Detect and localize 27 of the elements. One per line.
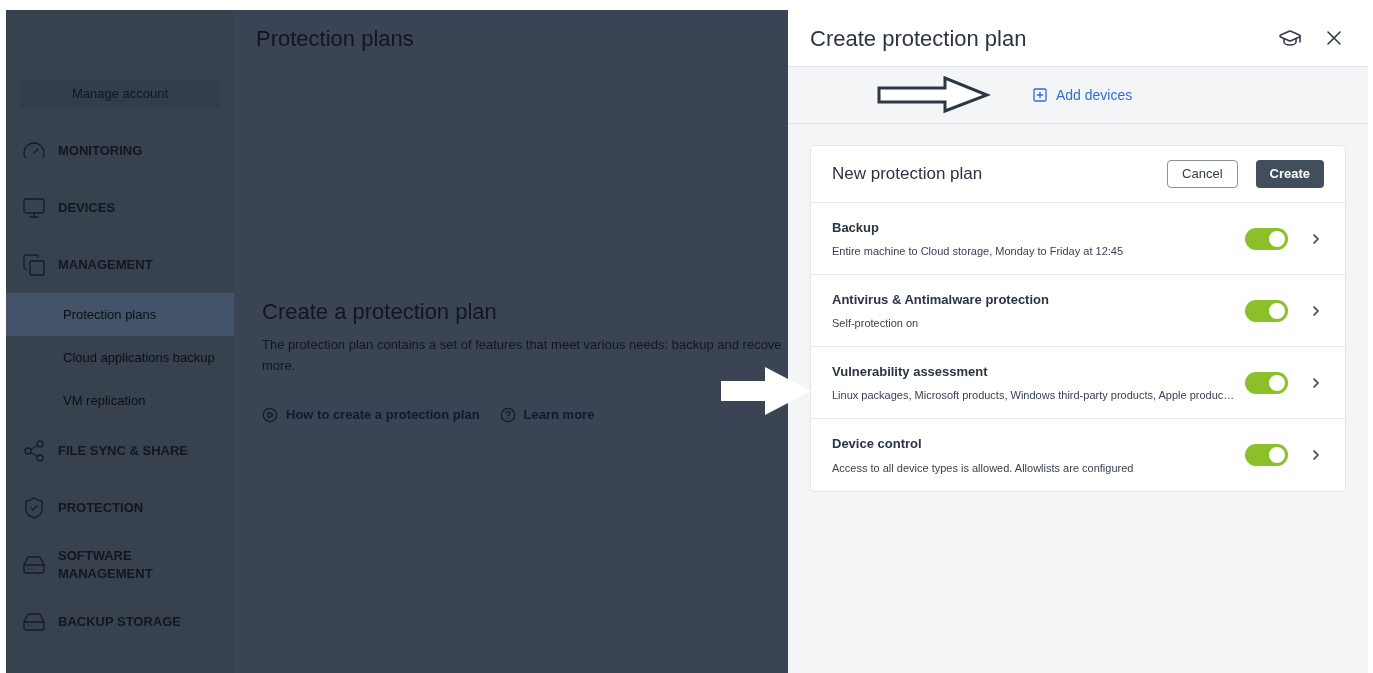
- monitor-icon: [22, 195, 46, 220]
- plan-name: New protection plan: [832, 163, 984, 186]
- module-summary: Self-protection on: [832, 316, 919, 331]
- module-summary: Linux packages, Microsoft products, Windows third-party products, Apple produc…: [832, 388, 1235, 403]
- toggle-switch[interactable]: [1245, 444, 1288, 466]
- stacked-squares-icon: [22, 252, 46, 277]
- toggle-switch[interactable]: [1245, 371, 1288, 394]
- create-button[interactable]: Create: [1255, 160, 1324, 188]
- module-summary: Entire machine to Cloud storage, Monday to Friday at 12:45: [832, 244, 1124, 259]
- shield-check-icon: [22, 495, 46, 520]
- play-icon: [262, 406, 278, 423]
- module-summary: Access to all device types is allowed. Allowlists are configured: [832, 460, 1134, 476]
- question-icon: [499, 406, 516, 423]
- cancel-button[interactable]: Cancel: [1167, 160, 1238, 188]
- sidebar-subitem[interactable]: Cloud applications backup: [6, 336, 234, 379]
- module-title: Antivirus & Antimalware protection: [832, 290, 1049, 309]
- module-title: Device control: [832, 435, 922, 453]
- module-title: Backup: [832, 218, 879, 237]
- plus-square-icon: [1032, 87, 1048, 103]
- add-devices-link[interactable]: Add devices: [1032, 84, 1133, 106]
- panel-title: Create protection plan: [810, 24, 1028, 53]
- module-title: Vulnerability assessment: [832, 362, 988, 381]
- toggle-switch[interactable]: [1245, 299, 1288, 322]
- sidebar-subitem[interactable]: VM replication: [6, 379, 234, 422]
- toggle-switch[interactable]: [1245, 227, 1288, 250]
- sidebar-subitem[interactable]: Protection plans: [6, 293, 234, 336]
- nodes-icon: [22, 438, 46, 463]
